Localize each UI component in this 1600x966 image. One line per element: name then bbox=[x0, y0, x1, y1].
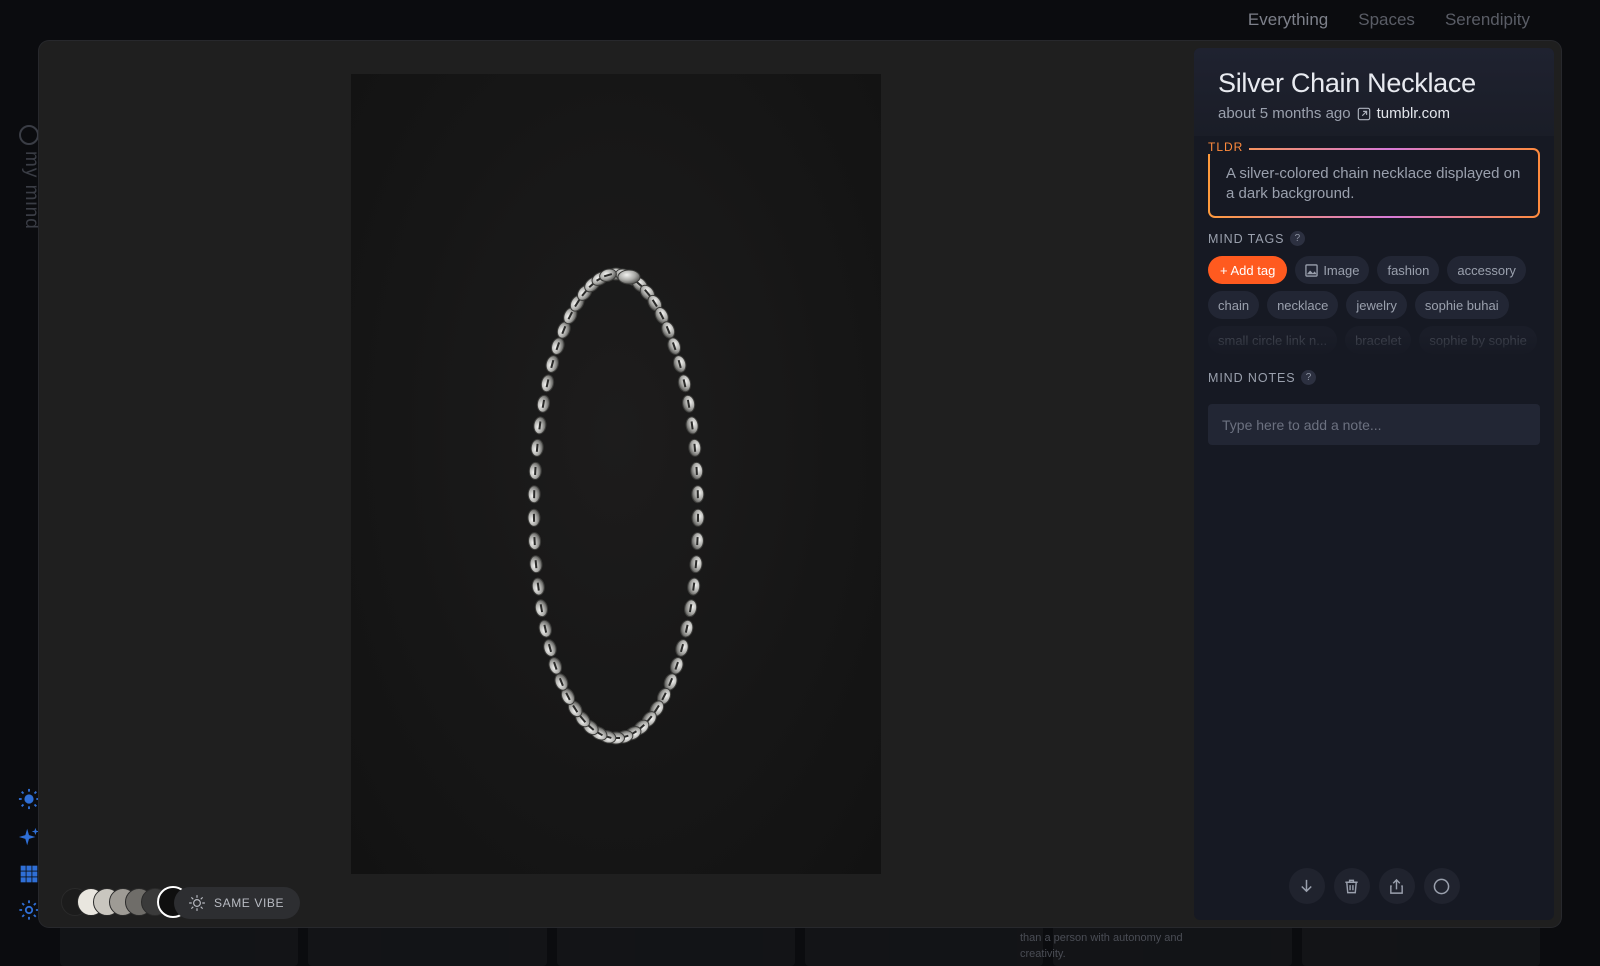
trash-icon bbox=[1345, 879, 1358, 893]
tag-label: Image bbox=[1323, 262, 1360, 278]
app-root: Everything Spaces Serendipity my mind th… bbox=[0, 0, 1600, 966]
tag-row: small circle link n... bracelet sophie b… bbox=[1208, 326, 1540, 354]
tag-list: + Add tag Image fashion accessory chain … bbox=[1208, 256, 1540, 356]
download-button[interactable] bbox=[1288, 868, 1325, 904]
chain-link-bar bbox=[541, 399, 546, 408]
time-ago: about 5 months ago bbox=[1218, 105, 1351, 122]
tag-necklace[interactable]: necklace bbox=[1267, 291, 1339, 319]
details-panel: Silver Chain Necklace about 5 months ago… bbox=[1194, 48, 1554, 920]
chain-link-bar bbox=[686, 399, 691, 408]
tag-row: + Add tag Image fashion accessory bbox=[1208, 256, 1540, 284]
share-button[interactable] bbox=[1378, 868, 1415, 904]
brand-ring-icon bbox=[19, 125, 39, 145]
share-icon bbox=[1390, 878, 1403, 894]
tag-image[interactable]: Image bbox=[1295, 256, 1370, 284]
external-link-icon[interactable] bbox=[1357, 107, 1371, 121]
chain-link-bar bbox=[694, 560, 698, 569]
grid-icon[interactable] bbox=[17, 862, 41, 886]
chain-link-bar bbox=[538, 421, 542, 430]
add-tag-button[interactable]: + Add tag bbox=[1208, 256, 1288, 284]
nav-spaces[interactable]: Spaces bbox=[1358, 10, 1415, 30]
sun-icon[interactable] bbox=[17, 787, 41, 811]
tag-jewelry[interactable]: jewelry bbox=[1346, 291, 1407, 319]
tag-chain[interactable]: chain bbox=[1208, 291, 1260, 319]
tldr-text[interactable]: A silver-colored chain necklace displaye… bbox=[1208, 148, 1540, 218]
item-title[interactable]: Silver Chain Necklace bbox=[1218, 68, 1530, 99]
mind-notes-title: MIND NOTES bbox=[1208, 370, 1296, 385]
note-input[interactable] bbox=[1208, 404, 1540, 445]
tag-fashion[interactable]: fashion bbox=[1377, 256, 1440, 284]
download-icon bbox=[1301, 879, 1312, 892]
circle-icon bbox=[1433, 878, 1450, 894]
panel-header: Silver Chain Necklace about 5 months ago… bbox=[1194, 48, 1554, 136]
chain-link-bar bbox=[534, 560, 538, 569]
mind-tags-label: MIND TAGS ? bbox=[1208, 231, 1306, 246]
tldr-section: TLDR A silver-colored chain necklace dis… bbox=[1208, 140, 1540, 218]
nav-everything[interactable]: Everything bbox=[1248, 10, 1328, 30]
delete-button[interactable] bbox=[1333, 868, 1370, 904]
chain-link-bar bbox=[539, 604, 544, 613]
chain-link-bar bbox=[688, 604, 693, 613]
sparkle-icon[interactable] bbox=[17, 825, 41, 849]
chain-link-bar bbox=[693, 443, 697, 452]
gear-icon[interactable] bbox=[17, 898, 41, 922]
circle-button[interactable] bbox=[1423, 868, 1460, 904]
mind-notes-label: MIND NOTES ? bbox=[1208, 370, 1317, 385]
tag-bracelet[interactable]: bracelet bbox=[1345, 326, 1412, 354]
color-palette[interactable] bbox=[61, 886, 189, 918]
help-icon[interactable]: ? bbox=[1301, 370, 1317, 385]
tag-sophie-buhai[interactable]: sophie buhai bbox=[1414, 291, 1509, 319]
necklace-image bbox=[527, 267, 705, 745]
image-icon bbox=[1305, 263, 1319, 277]
tldr-label: TLDR bbox=[1208, 140, 1250, 154]
mind-tags-title: MIND TAGS bbox=[1208, 231, 1285, 246]
bg-card-text: than a person with autonomy and creativi… bbox=[1020, 932, 1183, 960]
item-meta: about 5 months ago tumblr.com bbox=[1218, 105, 1530, 122]
tag-row: chain necklace jewelry sophie buhai bbox=[1208, 291, 1540, 319]
sun-outline-icon bbox=[189, 895, 205, 911]
tag-sophie-by-sophie[interactable]: sophie by sophie bbox=[1419, 326, 1537, 354]
same-vibe-label: SAME VIBE bbox=[214, 896, 285, 910]
chain-link-bar bbox=[536, 582, 540, 591]
chain-link-bar bbox=[692, 582, 696, 591]
chain-clasp bbox=[617, 269, 641, 285]
nav-serendipity[interactable]: Serendipity bbox=[1445, 10, 1530, 30]
item-image[interactable] bbox=[351, 74, 881, 874]
source-link[interactable]: tumblr.com bbox=[1377, 105, 1450, 122]
chain-link-bar bbox=[690, 421, 694, 430]
help-icon[interactable]: ? bbox=[1290, 231, 1306, 246]
action-bar bbox=[1194, 868, 1554, 904]
left-rail: my mind bbox=[0, 0, 42, 966]
top-nav: Everything Spaces Serendipity bbox=[1248, 0, 1530, 40]
tag-accessory[interactable]: accessory bbox=[1447, 256, 1526, 284]
tag-small-circle-link[interactable]: small circle link n... bbox=[1208, 326, 1338, 354]
same-vibe-button[interactable]: SAME VIBE bbox=[174, 887, 301, 919]
chain-link-bar bbox=[535, 443, 539, 452]
